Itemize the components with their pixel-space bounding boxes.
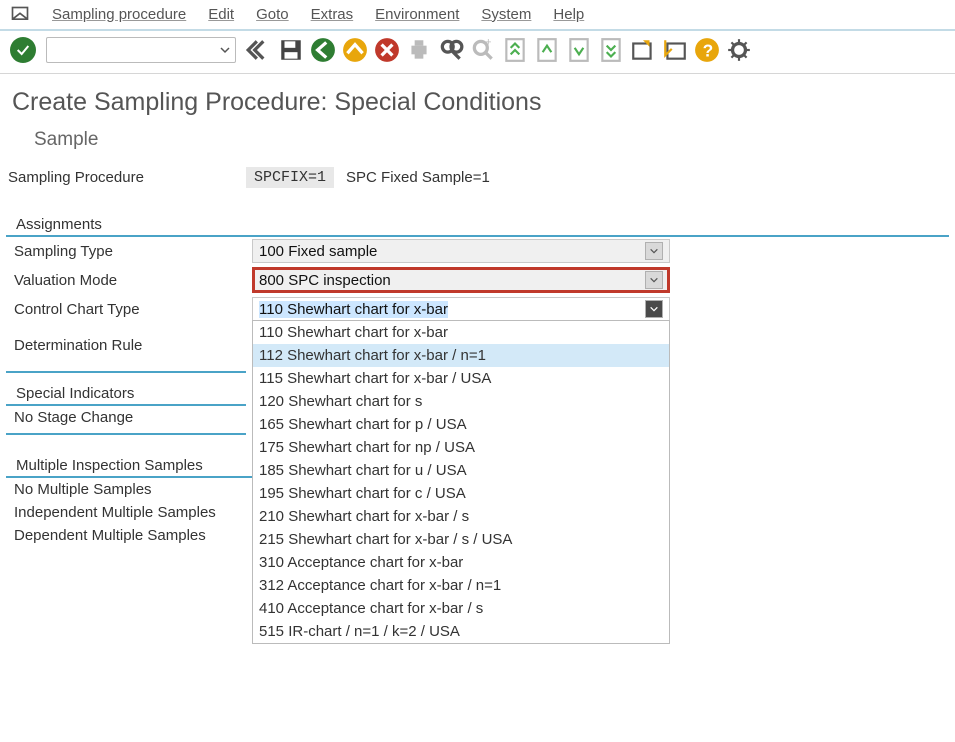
dropdown-option[interactable]: 115 Shewhart chart for x-bar / USA xyxy=(253,367,669,390)
page-subtitle: Sample xyxy=(0,125,955,167)
no-stage-change-field: No Stage Change xyxy=(6,406,246,429)
valuation-mode-row: Valuation Mode 800 SPC inspection xyxy=(6,265,949,295)
valuation-mode-label: Valuation Mode xyxy=(14,272,252,289)
first-page-icon[interactable] xyxy=(502,37,528,63)
customize-icon[interactable] xyxy=(726,37,752,63)
dropdown-option[interactable]: 120 Shewhart chart for s xyxy=(253,390,669,413)
dropdown-option[interactable]: 112 Shewhart chart for x-bar / n=1 xyxy=(253,344,669,367)
last-page-icon[interactable] xyxy=(598,37,624,63)
section-multiple-inspection: Multiple Inspection Samples xyxy=(6,451,282,478)
valuation-mode-select[interactable]: 800 SPC inspection xyxy=(252,267,670,293)
determination-rule-label: Determination Rule xyxy=(14,337,252,354)
dropdown-option[interactable]: 110 Shewhart chart for x-bar xyxy=(253,321,669,344)
menu-system[interactable]: System xyxy=(481,6,531,23)
dropdown-option[interactable]: 410 Acceptance chart for x-bar / s xyxy=(253,597,669,620)
command-field[interactable] xyxy=(46,37,236,63)
chevron-down-icon xyxy=(645,271,663,289)
svg-text:+: + xyxy=(485,37,491,49)
control-chart-type-row: Control Chart Type 110 Shewhart chart fo… xyxy=(6,295,949,323)
control-chart-type-select[interactable]: 110 Shewhart chart for x-bar xyxy=(252,297,670,321)
menu-sampling-procedure[interactable]: Sampling procedure xyxy=(52,6,186,23)
print-icon[interactable] xyxy=(406,37,432,63)
find-next-icon[interactable]: + xyxy=(470,37,496,63)
sampling-type-value: 100 Fixed sample xyxy=(259,243,377,260)
back-circle-icon[interactable] xyxy=(310,37,336,63)
next-page-icon[interactable] xyxy=(566,37,592,63)
no-multiple-samples: No Multiple Samples xyxy=(6,478,286,501)
chevron-down-icon xyxy=(645,300,663,318)
cancel-circle-icon[interactable] xyxy=(374,37,400,63)
dropdown-option[interactable]: 165 Shewhart chart for p / USA xyxy=(253,413,669,436)
dropdown-option[interactable]: 310 Acceptance chart for x-bar xyxy=(253,551,669,574)
dropdown-option[interactable]: 312 Acceptance chart for x-bar / n=1 xyxy=(253,574,669,597)
sampling-procedure-label: Sampling Procedure xyxy=(8,169,246,186)
dropdown-option[interactable]: 215 Shewhart chart for x-bar / s / USA xyxy=(253,528,669,551)
menu-edit[interactable]: Edit xyxy=(208,6,234,23)
help-circle-icon[interactable]: ? xyxy=(694,37,720,63)
sampling-procedure-code[interactable]: SPCFIX=1 xyxy=(246,167,334,188)
dependent-multiple-samples: Dependent Multiple Samples xyxy=(6,524,286,547)
page-title: Create Sampling Procedure: Special Condi… xyxy=(0,74,955,125)
sampling-type-row: Sampling Type 100 Fixed sample xyxy=(6,237,949,265)
svg-text:?: ? xyxy=(703,41,714,61)
control-chart-type-dropdown[interactable]: 110 Shewhart chart for x-bar112 Shewhart… xyxy=(252,320,670,644)
toolbar: + ? xyxy=(0,31,955,74)
dropdown-option[interactable]: 185 Shewhart chart for u / USA xyxy=(253,459,669,482)
dropdown-option[interactable]: 515 IR-chart / n=1 / k=2 / USA xyxy=(253,620,669,643)
sampling-procedure-row: Sampling Procedure SPCFIX=1 SPC Fixed Sa… xyxy=(0,167,955,190)
menu-bar: Sampling procedure Edit Goto Extras Envi… xyxy=(0,0,955,31)
dropdown-option[interactable]: 175 Shewhart chart for np / USA xyxy=(253,436,669,459)
independent-multiple-samples: Independent Multiple Samples xyxy=(6,501,286,524)
sampling-type-select[interactable]: 100 Fixed sample xyxy=(252,239,670,263)
chevron-down-icon xyxy=(645,242,663,260)
create-session-icon[interactable] xyxy=(630,37,656,63)
control-chart-type-value: 110 Shewhart chart for x-bar xyxy=(259,301,448,318)
save-icon[interactable] xyxy=(278,37,304,63)
control-chart-type-label: Control Chart Type xyxy=(14,301,252,318)
menu-goto[interactable]: Goto xyxy=(256,6,289,23)
valuation-mode-value: 800 SPC inspection xyxy=(259,272,391,289)
section-special-indicators: Special Indicators xyxy=(6,379,246,406)
find-icon[interactable] xyxy=(438,37,464,63)
sampling-procedure-desc: SPC Fixed Sample=1 xyxy=(346,169,490,186)
back-icon[interactable] xyxy=(246,37,272,63)
section-assignments: Assignments xyxy=(6,210,949,237)
generate-shortcut-icon[interactable] xyxy=(662,37,688,63)
enter-button[interactable] xyxy=(10,37,36,63)
menu-help[interactable]: Help xyxy=(553,6,584,23)
menu-environment[interactable]: Environment xyxy=(375,6,459,23)
app-menu-icon[interactable] xyxy=(10,5,30,23)
dropdown-option[interactable]: 195 Shewhart chart for c / USA xyxy=(253,482,669,505)
chevron-down-icon xyxy=(219,44,231,56)
exit-circle-icon[interactable] xyxy=(342,37,368,63)
sampling-type-label: Sampling Type xyxy=(14,243,252,260)
prev-page-icon[interactable] xyxy=(534,37,560,63)
menu-extras[interactable]: Extras xyxy=(311,6,354,23)
dropdown-option[interactable]: 210 Shewhart chart for x-bar / s xyxy=(253,505,669,528)
